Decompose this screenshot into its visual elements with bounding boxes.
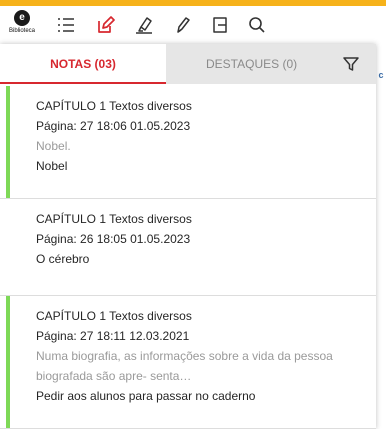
bookmark-icon[interactable] [209, 14, 231, 36]
list-item[interactable]: CAPÍTULO 1 Textos diversos Página: 27 18… [0, 86, 376, 199]
pencil-icon[interactable] [171, 14, 193, 36]
highlighter-icon[interactable] [133, 14, 155, 36]
logo-label: Biblioteca [8, 28, 35, 34]
note-text: Pedir aos alunos para passar no caderno [36, 389, 256, 403]
note-page-line: Página: 27 18:11 12.03.2021 [36, 329, 190, 343]
filter-icon[interactable] [342, 55, 360, 73]
edit-note-icon[interactable] [94, 14, 116, 36]
notes-list: CAPÍTULO 1 Textos diversos Página: 27 18… [0, 86, 376, 429]
note-page-line: Página: 26 18:05 01.05.2023 [36, 232, 191, 246]
note-chapter: CAPÍTULO 1 Textos diversos [36, 309, 192, 323]
note-quote: Nobel. [36, 139, 71, 153]
note-text: Nobel [36, 159, 68, 173]
search-icon[interactable] [246, 14, 268, 36]
background-page [376, 44, 386, 429]
note-quote: biografada são apre- senta… [36, 369, 192, 383]
note-quote: Numa biografia, as informações sobre a v… [36, 349, 333, 363]
notes-panel: NOTAS (03) DESTAQUES (0) CAPÍTULO 1 Text… [0, 44, 376, 429]
reader-toolbar: e Biblioteca [0, 6, 386, 44]
note-text: O cérebro [36, 252, 90, 266]
tab-notes[interactable]: NOTAS (03) [0, 44, 166, 84]
list-item[interactable]: CAPÍTULO 1 Textos diversos Página: 26 18… [0, 199, 376, 296]
logo-circle: e [14, 10, 30, 26]
note-page-line: Página: 27 18:06 01.05.2023 [36, 119, 191, 133]
note-chapter: CAPÍTULO 1 Textos diversos [36, 212, 192, 226]
panel-tabs: NOTAS (03) DESTAQUES (0) [0, 44, 376, 84]
list-icon[interactable] [55, 14, 77, 36]
list-item[interactable]: CAPÍTULO 1 Textos diversos Página: 27 18… [0, 296, 376, 429]
tab-highlights-label: DESTAQUES (0) [206, 57, 298, 71]
biblioteca-logo[interactable]: e Biblioteca [6, 10, 38, 40]
note-color-bar [6, 86, 10, 198]
note-color-bar [6, 296, 10, 428]
note-chapter: CAPÍTULO 1 Textos diversos [36, 99, 192, 113]
